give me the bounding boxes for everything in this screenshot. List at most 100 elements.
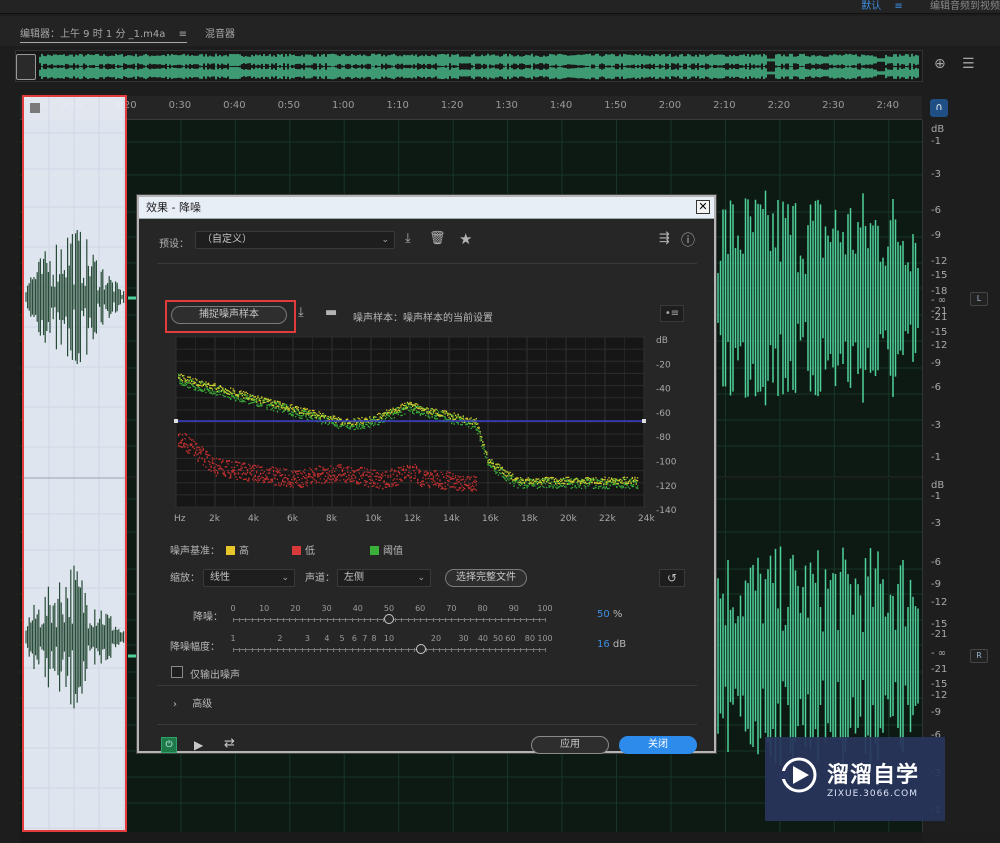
tab-editor[interactable]: 编辑器：上午 9 时 1 分 _1.m4a ≡ bbox=[20, 25, 187, 43]
dialog-title-bar[interactable]: 效果 - 降噪 ✕ bbox=[139, 197, 714, 219]
selected-waveform bbox=[24, 97, 125, 830]
spectrum-x-label: 12k bbox=[404, 514, 421, 523]
reduce-by-tick-label: 10 bbox=[383, 634, 395, 643]
loop-toggle-icon[interactable]: ⇄ bbox=[224, 736, 235, 751]
db-label: -1 bbox=[931, 491, 941, 502]
noise-spectrum-graph[interactable]: dB -20 -40 -60 -80 -100 -120 -140 Hz 2k 4k 6k 8k 10k 1… bbox=[170, 333, 684, 523]
db-label: dB bbox=[931, 124, 945, 135]
power-toggle-icon[interactable]: ⏻ bbox=[161, 737, 177, 753]
time-selection[interactable] bbox=[22, 95, 127, 832]
reduce-by-tick-label: 20 bbox=[430, 634, 442, 643]
tab-mixer[interactable]: 混音器 bbox=[205, 25, 235, 40]
reduction-label: 降噪： bbox=[193, 612, 223, 623]
channel-right-button[interactable]: R bbox=[970, 649, 988, 663]
reduction-tick-label: 60 bbox=[415, 604, 426, 613]
reduce-by-ticks: 1 2 3 4 5 6 7 8 10 20 30 40 50 60 80 100 bbox=[230, 634, 553, 654]
overview-wave-graphic bbox=[39, 53, 919, 80]
channel-dropdown[interactable]: 左侧 ⌄ bbox=[337, 569, 431, 587]
reduction-slider-thumb[interactable] bbox=[384, 614, 394, 624]
time-ruler[interactable]: hms 0:100:200:300:400:501:001:101:201:30… bbox=[20, 96, 922, 120]
reduce-by-slider-track[interactable] bbox=[233, 649, 545, 650]
overview-view-handle[interactable] bbox=[16, 54, 36, 80]
reduction-tick-label: 90 bbox=[508, 604, 519, 613]
reduction-tick-label: 70 bbox=[446, 604, 457, 613]
spectrum-menu-icon[interactable]: •≡ bbox=[660, 305, 684, 322]
db-label: -9 bbox=[931, 579, 941, 590]
select-entire-file-button[interactable]: 选择完整文件 bbox=[445, 569, 527, 587]
reduction-tick-label: 20 bbox=[290, 604, 301, 613]
db-label: -9 bbox=[931, 230, 941, 241]
db-label: -6 bbox=[931, 557, 941, 568]
save-noise-print-icon[interactable]: ⤓ bbox=[298, 305, 304, 320]
divider bbox=[157, 724, 697, 725]
close-button[interactable]: 关闭 bbox=[619, 736, 697, 754]
reduction-tick-mark bbox=[545, 618, 546, 622]
save-preset-icon[interactable]: ⤓ bbox=[405, 231, 411, 246]
dialog-close-icon[interactable]: ✕ bbox=[696, 200, 710, 214]
spectrum-x-label: 14k bbox=[443, 514, 460, 523]
reduce-by-tick-label: 60 bbox=[505, 634, 516, 643]
reduce-by-tick-label: 30 bbox=[458, 634, 469, 643]
favorite-star-icon[interactable]: ★ bbox=[459, 230, 472, 248]
workspace-edit-to-video[interactable]: 编辑音频到视频 bbox=[930, 1, 1000, 12]
db-label: -21 bbox=[931, 664, 948, 675]
reduce-by-tick-label: 1 bbox=[230, 634, 236, 643]
channel-left-button[interactable]: L bbox=[970, 292, 988, 306]
reduction-value[interactable]: 50 % bbox=[597, 609, 622, 620]
db-label: -12 bbox=[931, 256, 948, 267]
reduction-tick-label: 100 bbox=[537, 604, 553, 613]
preset-value: （自定义） bbox=[202, 234, 252, 245]
reduce-by-tick-label: 40 bbox=[477, 634, 488, 643]
preset-dropdown[interactable]: （自定义） ⌄ bbox=[195, 231, 395, 249]
legend-swatch-high bbox=[226, 546, 235, 555]
workspace-default[interactable]: 默认 bbox=[861, 1, 881, 12]
zoom-to-selection-icon[interactable]: ⊕ bbox=[934, 56, 946, 72]
time-tick: 2:00 bbox=[658, 100, 682, 111]
reduce-by-value[interactable]: 16 dB bbox=[597, 639, 626, 650]
advanced-toggle[interactable]: › 高级 bbox=[173, 695, 212, 710]
output-noise-only-checkbox[interactable] bbox=[171, 666, 183, 678]
workspace-switcher: 默认 ≡ 编辑音频到视频 bbox=[861, 0, 1000, 12]
delete-preset-icon[interactable]: 🗑 bbox=[429, 231, 446, 246]
horizontal-scrollbar[interactable] bbox=[20, 832, 922, 843]
preview-play-icon[interactable]: ▶ bbox=[194, 738, 203, 752]
output-noise-only-label: 仅输出噪声 bbox=[190, 670, 240, 681]
spectrum-y-label: -100 bbox=[656, 458, 677, 468]
chevron-down-icon: ⌄ bbox=[417, 573, 425, 583]
overview-waveform[interactable] bbox=[15, 50, 923, 82]
reduction-number: 50 bbox=[597, 609, 610, 620]
tab-menu-icon[interactable]: ≡ bbox=[179, 29, 187, 40]
legend-item-low: 低 bbox=[292, 542, 315, 557]
channel-value: 左侧 bbox=[344, 572, 364, 583]
reduce-by-slider-thumb[interactable] bbox=[416, 644, 426, 654]
noise-sample-status: 噪声样本：噪声样本的当前设置 bbox=[353, 313, 493, 324]
advanced-label: 高级 bbox=[192, 699, 213, 710]
workspace-menu-icon[interactable]: ≡ bbox=[894, 1, 902, 12]
time-tick: 1:20 bbox=[440, 100, 464, 111]
tab-editor-label: 编辑器：上午 9 时 1 分 _1.m4a bbox=[20, 29, 166, 40]
routing-icon[interactable]: ⇶ bbox=[659, 231, 670, 246]
time-tick: 1:30 bbox=[495, 100, 518, 111]
reset-curve-icon[interactable]: ↺ bbox=[659, 569, 685, 587]
reduce-by-tick-label: 7 bbox=[362, 634, 368, 643]
spectrum-x-label: 10k bbox=[365, 514, 382, 523]
time-tick: 2:20 bbox=[767, 100, 791, 111]
reduce-by-tick-label: 80 bbox=[524, 634, 535, 643]
time-tick: 2:40 bbox=[876, 100, 899, 111]
db-label: -21 bbox=[931, 312, 948, 323]
spectrum-y-label: -20 bbox=[656, 360, 671, 370]
chevron-down-icon: ⌄ bbox=[381, 235, 389, 245]
reduce-by-tick-label: 8 bbox=[371, 634, 377, 643]
divider bbox=[157, 685, 697, 686]
snap-icon[interactable]: ∩ bbox=[930, 99, 948, 117]
open-folder-icon[interactable]: ▬ bbox=[325, 305, 337, 320]
db-label: -3 bbox=[931, 420, 941, 431]
watermark-logo-icon bbox=[779, 757, 817, 793]
panel-list-icon[interactable]: ☰ bbox=[962, 56, 975, 72]
apply-button[interactable]: 应用 bbox=[531, 736, 609, 754]
info-icon[interactable]: ⓘ bbox=[681, 230, 695, 250]
spectrum-x-label: 18k bbox=[521, 514, 538, 523]
legend-threshold-label: 阈值 bbox=[383, 546, 403, 557]
zoom-dropdown[interactable]: 线性 ⌄ bbox=[203, 569, 295, 587]
capture-noise-print-button[interactable]: 捕捉噪声样本 bbox=[171, 306, 287, 324]
